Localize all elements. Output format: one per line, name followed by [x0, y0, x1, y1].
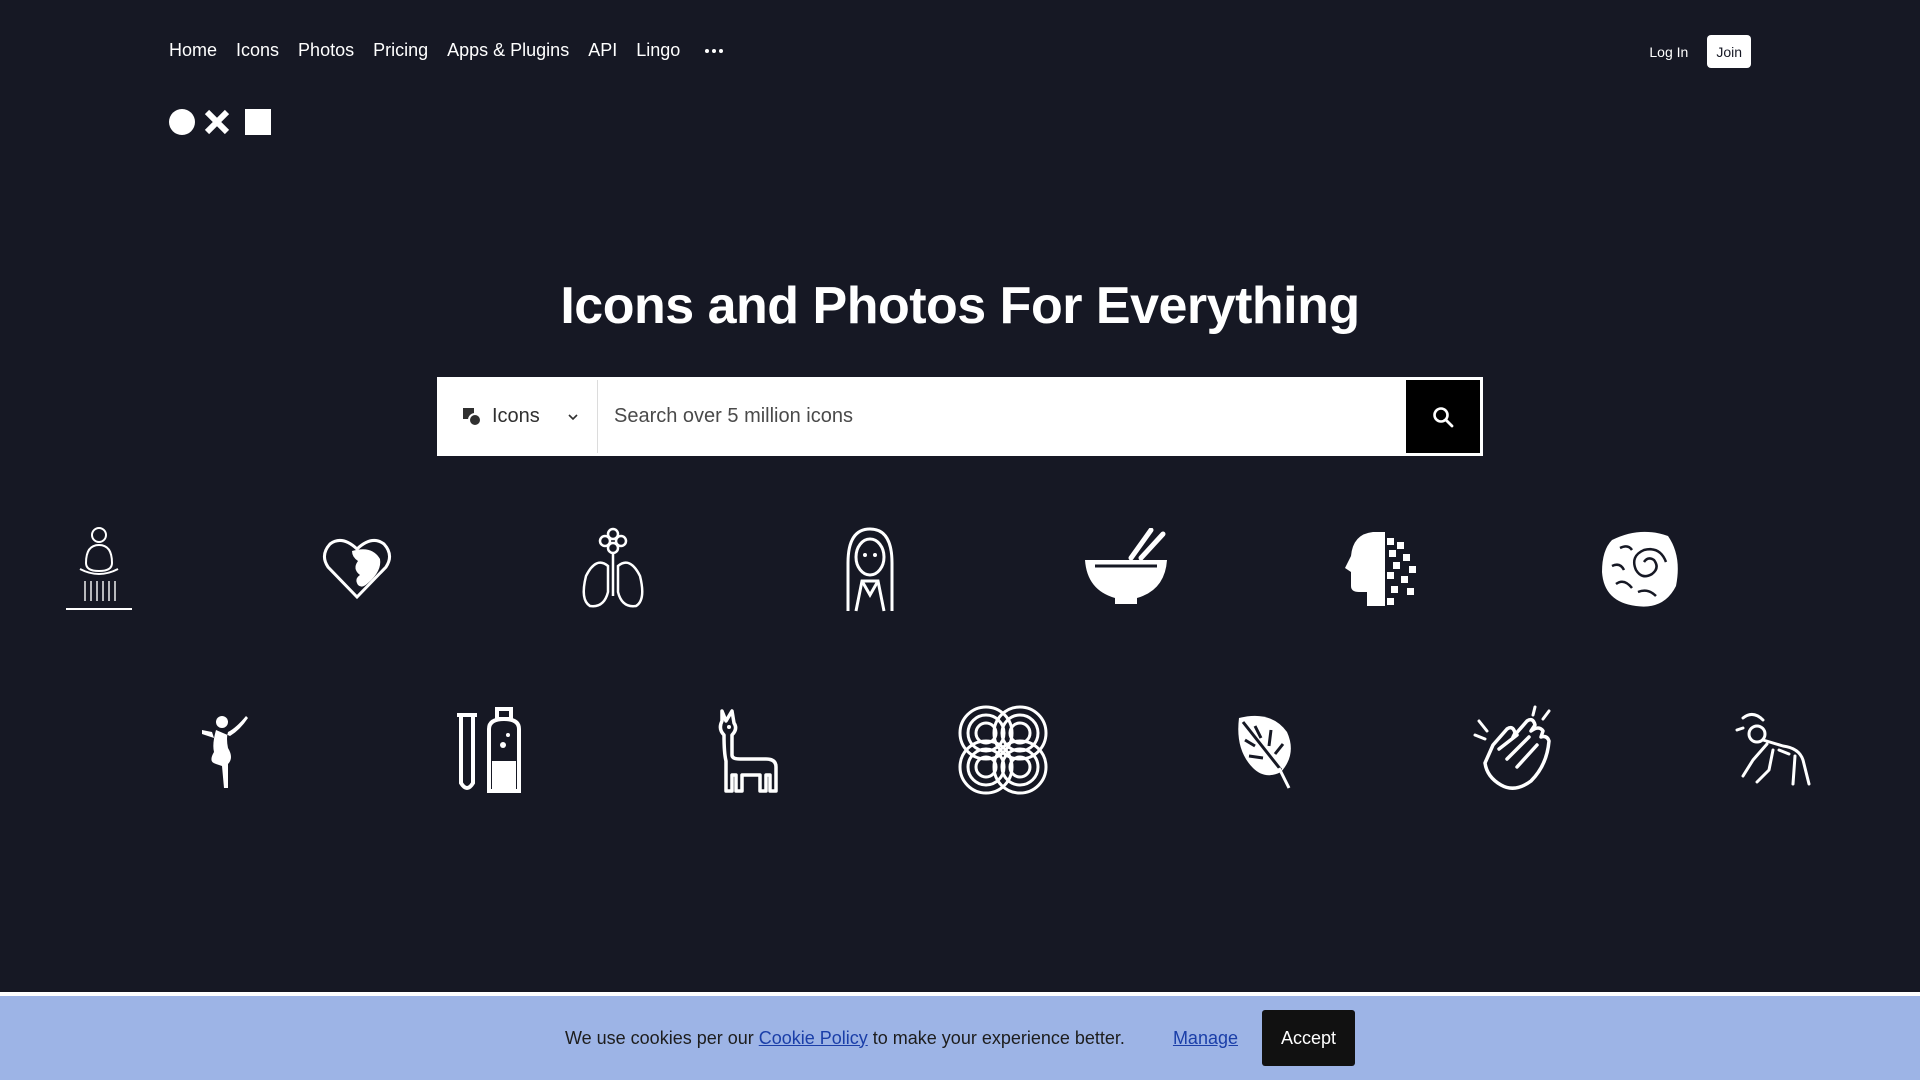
- cookie-policy-link[interactable]: Cookie Policy: [759, 1028, 868, 1048]
- main-nav: Home Icons Photos Pricing Apps & Plugins…: [169, 40, 724, 61]
- dancer-icon[interactable]: [178, 700, 278, 800]
- more-horizontal-icon[interactable]: [705, 41, 724, 61]
- heart-face-icon[interactable]: [307, 518, 407, 618]
- icons-type-icon: [463, 407, 482, 427]
- pixel-head-icon[interactable]: [1333, 518, 1433, 618]
- nav-pricing[interactable]: Pricing: [373, 40, 428, 61]
- nav-api[interactable]: API: [588, 40, 617, 61]
- auth-area: Log In Join: [1649, 35, 1751, 68]
- nav-photos[interactable]: Photos: [298, 40, 354, 61]
- test-tube-bottle-icon[interactable]: [441, 700, 541, 800]
- bowl-chopsticks-icon[interactable]: [1076, 518, 1176, 618]
- spiral-fossil-icon[interactable]: [1590, 518, 1690, 618]
- meditation-shower-icon[interactable]: [49, 518, 149, 618]
- search-type-label: Icons: [492, 405, 540, 427]
- search-input[interactable]: [598, 380, 1406, 453]
- monstera-leaf-icon[interactable]: [1213, 700, 1313, 800]
- nav-apps-plugins[interactable]: Apps & Plugins: [447, 40, 569, 61]
- cookie-banner: We use cookies per our Cookie Policy to …: [0, 996, 1920, 1080]
- interlaced-pattern-icon[interactable]: [953, 700, 1053, 800]
- logo[interactable]: [169, 108, 271, 136]
- chevron-down-icon: [568, 413, 578, 420]
- cookie-text-before: We use cookies per our: [564, 1027, 759, 1048]
- nav-icons[interactable]: Icons: [236, 40, 279, 61]
- nav-home[interactable]: Home: [169, 40, 217, 61]
- search-button[interactable]: [1406, 380, 1480, 453]
- cookie-text-after: to make your experience better.: [867, 1027, 1125, 1048]
- llama-icon[interactable]: [697, 700, 797, 800]
- search-bar: Icons: [437, 377, 1483, 456]
- woman-portrait-icon[interactable]: [820, 518, 920, 618]
- crawling-man-icon[interactable]: [1725, 700, 1825, 800]
- page: Home Icons Photos Pricing Apps & Plugins…: [0, 0, 1920, 1080]
- accept-cookies-button[interactable]: Accept: [1262, 1010, 1356, 1066]
- search-type-select[interactable]: Icons: [440, 380, 598, 453]
- manage-cookies-link[interactable]: Manage: [1173, 1028, 1238, 1049]
- join-button[interactable]: Join: [1707, 35, 1751, 68]
- logo-x-icon: [204, 109, 230, 135]
- login-link[interactable]: Log In: [1649, 44, 1688, 60]
- lungs-flower-icon[interactable]: [563, 518, 663, 618]
- search-icon: [1433, 406, 1454, 427]
- logo-square-icon: [245, 109, 271, 135]
- cookie-message: We use cookies per our Cookie Policy to …: [565, 1028, 1125, 1049]
- clapping-hands-icon[interactable]: [1468, 700, 1568, 800]
- hero-title: Icons and Photos For Everything: [560, 277, 1360, 335]
- nav-lingo[interactable]: Lingo: [636, 40, 680, 61]
- logo-circle-icon: [169, 109, 195, 135]
